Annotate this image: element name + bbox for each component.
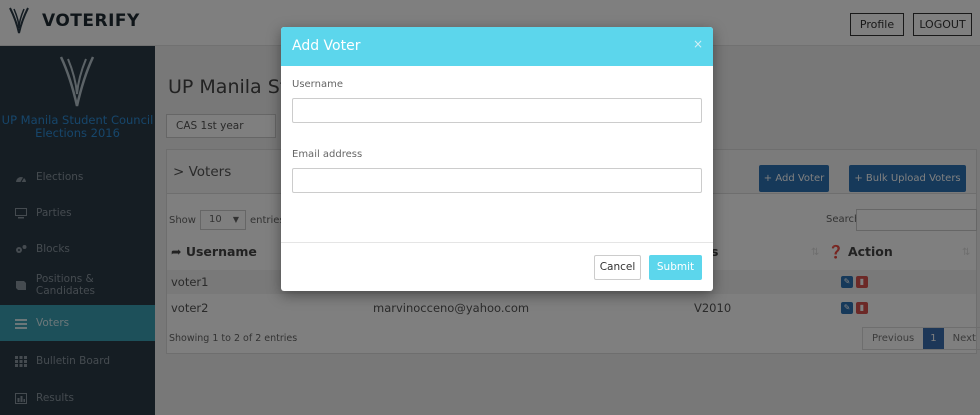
modal-footer-divider (281, 242, 713, 243)
close-icon[interactable]: × (693, 37, 703, 51)
modal-title: Add Voter (292, 38, 361, 54)
submit-button[interactable]: Submit (649, 255, 702, 280)
modal-header: Add Voter × (281, 27, 713, 66)
email-input[interactable] (292, 168, 702, 193)
cancel-button[interactable]: Cancel (594, 255, 641, 280)
username-label: Username (292, 79, 343, 90)
add-voter-modal: Add Voter × Username Email address Cance… (281, 27, 713, 291)
email-label: Email address (292, 149, 363, 160)
username-input[interactable] (292, 98, 702, 123)
